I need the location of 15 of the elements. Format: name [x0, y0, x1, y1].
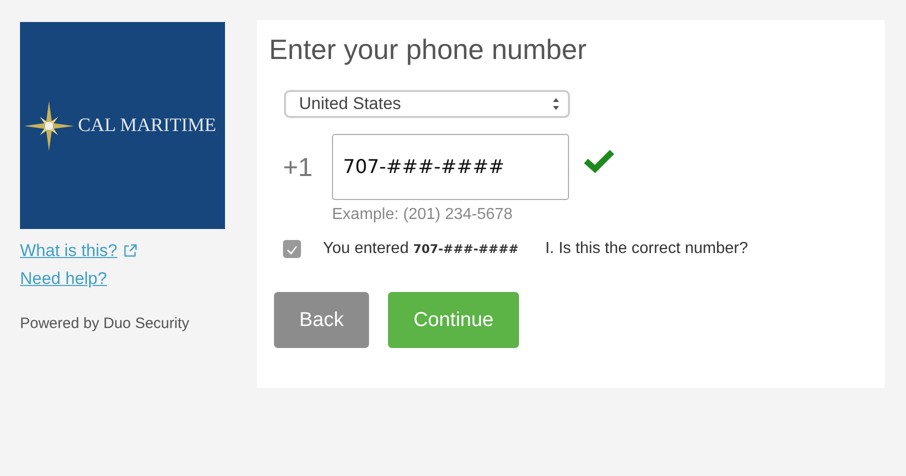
help-link[interactable]: What is this?: [20, 241, 118, 261]
example-hint: Example: (201) 234-5678: [332, 206, 514, 224]
confirm-checkbox[interactable]: [283, 240, 301, 258]
country-code: +1: [283, 152, 314, 182]
back-button[interactable]: Back: [274, 292, 369, 348]
continue-button[interactable]: Continue: [388, 292, 519, 348]
compass-star-icon: [24, 100, 74, 150]
updown-caret-icon: [552, 97, 560, 111]
logo-text: CAL MARITIME: [78, 114, 216, 136]
country-select[interactable]: United States: [284, 90, 570, 118]
confirm-text: You entered 707-###-#### I. Is this the correct number?: [323, 240, 748, 258]
phone-input[interactable]: 707-###-####: [332, 134, 569, 200]
powered-by-text: Powered by Duo Security: [20, 315, 190, 332]
help-link[interactable]: Need help?: [20, 269, 107, 289]
page-title: Enter your phone number: [269, 34, 588, 66]
